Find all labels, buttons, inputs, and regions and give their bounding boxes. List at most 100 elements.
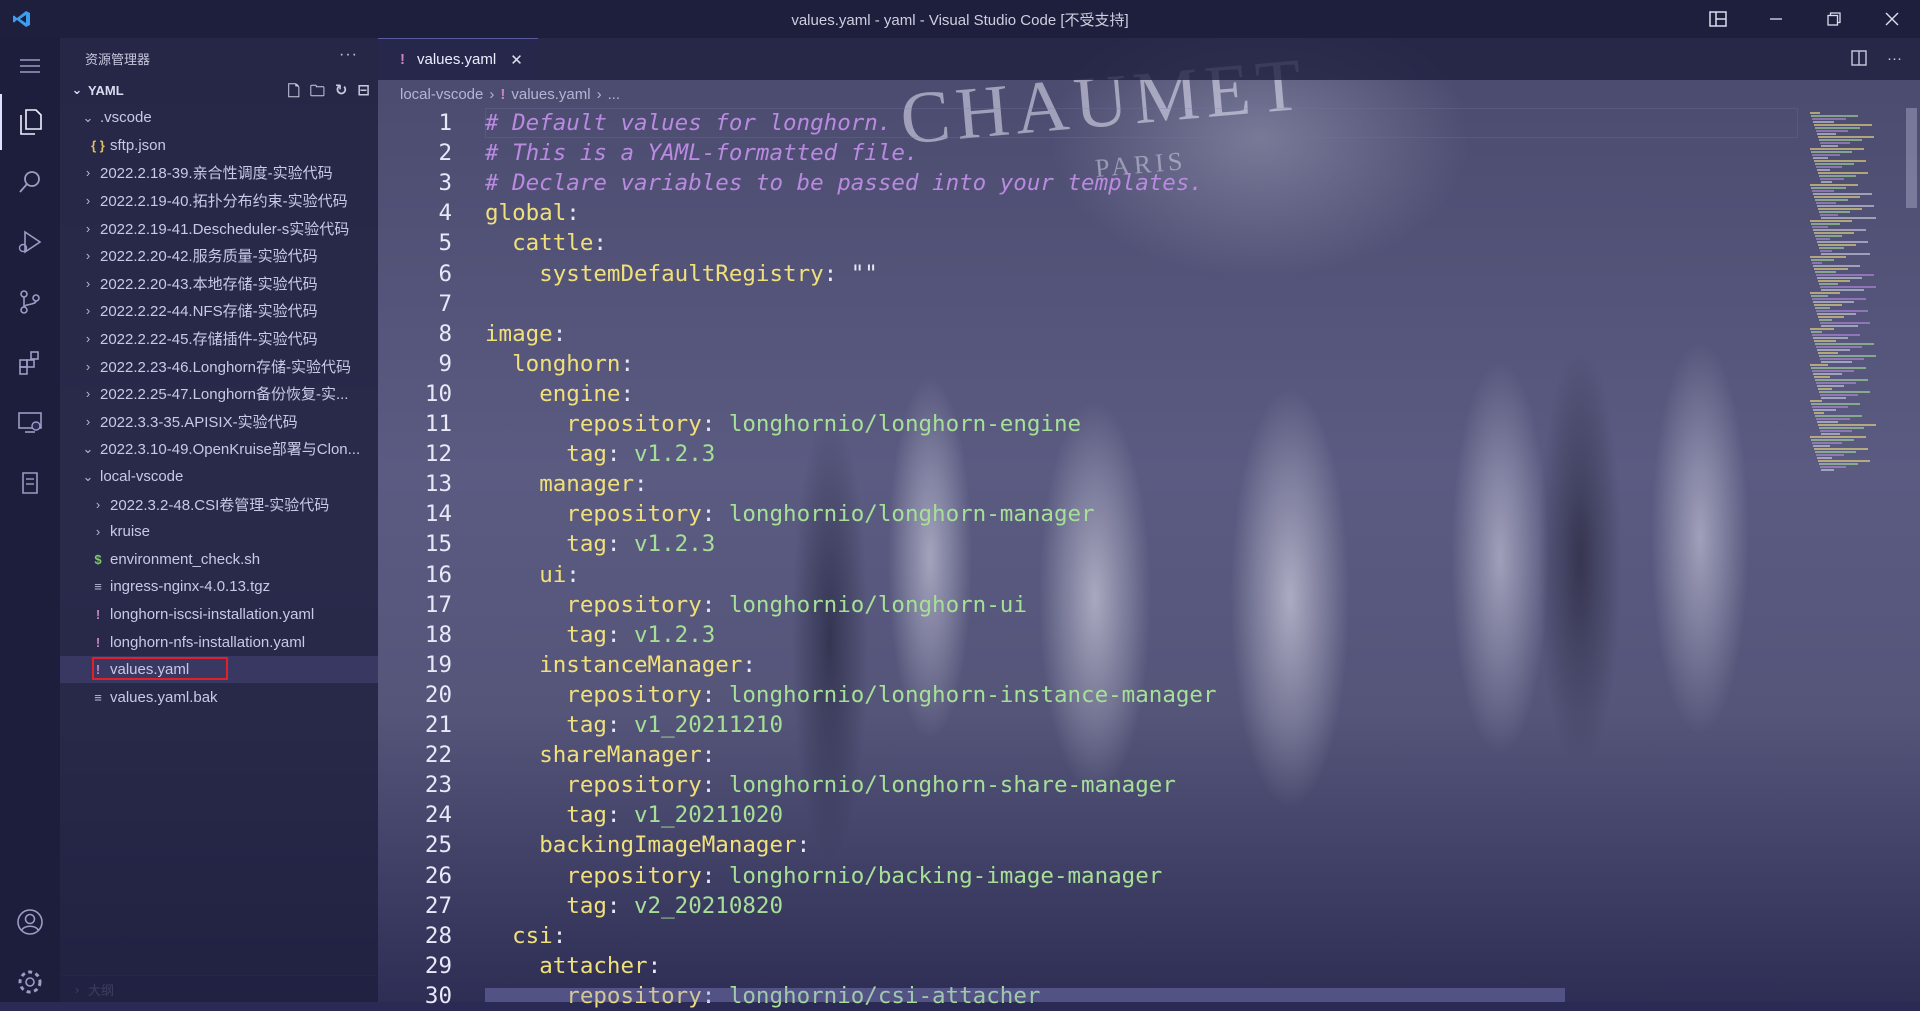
tree-item-label: 2022.2.19-41.Descheduler-s实验代码 <box>100 220 350 238</box>
line-number: 25 <box>424 832 452 859</box>
tree-item[interactable]: $ environment_check.sh <box>60 546 378 574</box>
code-line: 4 global: <box>378 198 1800 228</box>
activity-bar <box>0 38 60 1002</box>
remote-explorer-icon[interactable] <box>0 394 60 450</box>
tab-values-yaml[interactable]: ! values.yaml ✕ <box>378 38 538 80</box>
clipboard-icon[interactable] <box>0 454 60 510</box>
minimap-line <box>1815 271 1836 273</box>
minimap-line <box>1811 295 1828 297</box>
minimap-line <box>1821 181 1832 183</box>
tree-item[interactable]: › 2022.2.23-46.Longhorn存储-实验代码 <box>60 352 378 380</box>
minimap-line <box>1812 262 1822 264</box>
minimap-line <box>1821 325 1858 327</box>
tree-item[interactable]: › 2022.2.19-41.Descheduler-s实验代码 <box>60 214 378 242</box>
tree-item[interactable]: › 2022.2.22-44.NFS存储-实验代码 <box>60 297 378 325</box>
line-number: 12 <box>424 441 452 468</box>
more-actions-icon[interactable]: ··· <box>339 46 358 64</box>
code-token: : <box>593 230 607 257</box>
search-icon[interactable] <box>0 154 60 210</box>
minimap-line <box>1819 355 1876 357</box>
line-number: 7 <box>438 290 452 317</box>
code-token: tag <box>566 621 607 648</box>
extensions-icon[interactable] <box>0 334 60 390</box>
tree-item[interactable]: › 2022.2.20-42.服务质量-实验代码 <box>60 242 378 270</box>
minimap-line <box>1811 259 1834 261</box>
tree-item[interactable]: ⌄ .vscode <box>60 104 378 132</box>
code-token: : <box>701 591 729 618</box>
close-window-icon[interactable] <box>1864 0 1920 38</box>
yaml-file-icon: ! <box>95 606 101 622</box>
tree-item[interactable]: { } sftp.json <box>60 132 378 160</box>
tree-item[interactable]: › kruise <box>60 518 378 546</box>
tree-item[interactable]: › 2022.2.18-39.亲合性调度-实验代码 <box>60 159 378 187</box>
tree-item-label: longhorn-nfs-installation.yaml <box>110 633 306 651</box>
workspace-section-header[interactable]: ⌄ YAML 🗋 🗀 ↻ ⊟ <box>60 78 378 102</box>
explorer-icon[interactable] <box>0 94 60 150</box>
minimap-line <box>1820 250 1832 252</box>
code-text: tag: v1.2.3 <box>485 439 715 469</box>
code-token: repository <box>566 862 702 889</box>
tree-item[interactable]: › 2022.3.3-35.APISIX-实验代码 <box>60 408 378 436</box>
refresh-icon[interactable]: ↻ <box>335 81 348 106</box>
minimap-line <box>1818 424 1876 426</box>
code-token: : <box>701 681 729 708</box>
more-editor-actions-icon[interactable]: ··· <box>1887 50 1902 70</box>
code-token: "" <box>850 260 878 287</box>
code-token: : <box>823 260 851 287</box>
tree-item-label: 2022.2.20-42.服务质量-实验代码 <box>100 248 318 266</box>
new-file-icon[interactable]: 🗋 <box>288 81 300 106</box>
code-token: repository <box>566 772 702 799</box>
source-control-icon[interactable] <box>0 274 60 330</box>
minimap-line <box>1819 463 1858 465</box>
minimap-line <box>1811 151 1852 153</box>
tree-item[interactable]: ⌄ local-vscode <box>60 463 378 491</box>
tree-item[interactable]: ! values.yaml <box>60 655 378 684</box>
code-token: tag <box>566 892 607 919</box>
tree-item[interactable]: › 2022.2.22-45.存储插件-实验代码 <box>60 325 378 353</box>
breadcrumb-folder[interactable]: local-vscode <box>400 86 483 103</box>
code-line: 13 manager: <box>378 469 1800 499</box>
minimap-line <box>1811 331 1822 333</box>
tree-item[interactable]: ! longhorn-iscsi-installation.yaml <box>60 601 378 629</box>
minimap-line <box>1812 118 1846 120</box>
minimap[interactable] <box>1800 108 1906 1002</box>
code-line: 20 repository: longhornio/longhorn-insta… <box>378 680 1800 710</box>
tree-item[interactable]: ≡ ingress-nginx-4.0.13.tgz <box>60 573 378 601</box>
code-text: repository: longhornio/backing-image-man… <box>485 861 1162 891</box>
code-token: : <box>606 892 635 919</box>
tree-item[interactable]: ⌄ 2022.3.10-49.OpenKruise部署与Clon... <box>60 435 378 463</box>
line-number: 17 <box>424 591 452 618</box>
minimap-line <box>1814 412 1824 414</box>
run-debug-icon[interactable] <box>0 214 60 270</box>
tree-item[interactable]: › 2022.2.25-47.Longhorn备份恢复-实... <box>60 380 378 408</box>
tree-item[interactable]: › 2022.2.19-40.拓扑分布约束-实验代码 <box>60 187 378 215</box>
code-text: tag: v1_20211210 <box>485 710 783 740</box>
collapse-all-icon[interactable]: ⊟ <box>357 81 370 106</box>
split-editor-icon[interactable] <box>1851 50 1867 70</box>
minimap-line <box>1818 352 1838 354</box>
restore-icon[interactable] <box>1806 0 1862 38</box>
menu-icon[interactable] <box>0 38 60 94</box>
tree-item[interactable]: ! longhorn-nfs-installation.yaml <box>60 628 378 656</box>
minimap-line <box>1814 268 1848 270</box>
minimize-icon[interactable] <box>1748 0 1804 38</box>
tree-item[interactable]: ≡ values.yaml.bak <box>60 683 378 711</box>
breadcrumb-symbol[interactable]: ... <box>608 86 621 103</box>
tree-item[interactable]: › 2022.3.2-48.CSI卷管理-实验代码 <box>60 490 378 518</box>
tree-item-label: 2022.3.3-35.APISIX-实验代码 <box>100 413 298 431</box>
close-tab-icon[interactable]: ✕ <box>510 51 523 69</box>
breadcrumb-file[interactable]: values.yaml <box>511 86 590 103</box>
code-editor[interactable]: 1 # Default values for longhorn. 2 # This i… <box>378 108 1800 1009</box>
layout-toggle-icon[interactable] <box>1690 0 1746 38</box>
code-token: : <box>620 380 635 407</box>
account-icon[interactable] <box>0 894 60 950</box>
new-folder-icon[interactable]: 🗀 <box>310 81 325 106</box>
tree-item[interactable]: › 2022.2.20-43.本地存储-实验代码 <box>60 270 378 298</box>
vertical-scrollbar[interactable] <box>1906 108 1917 208</box>
minimap-line <box>1818 280 1850 282</box>
